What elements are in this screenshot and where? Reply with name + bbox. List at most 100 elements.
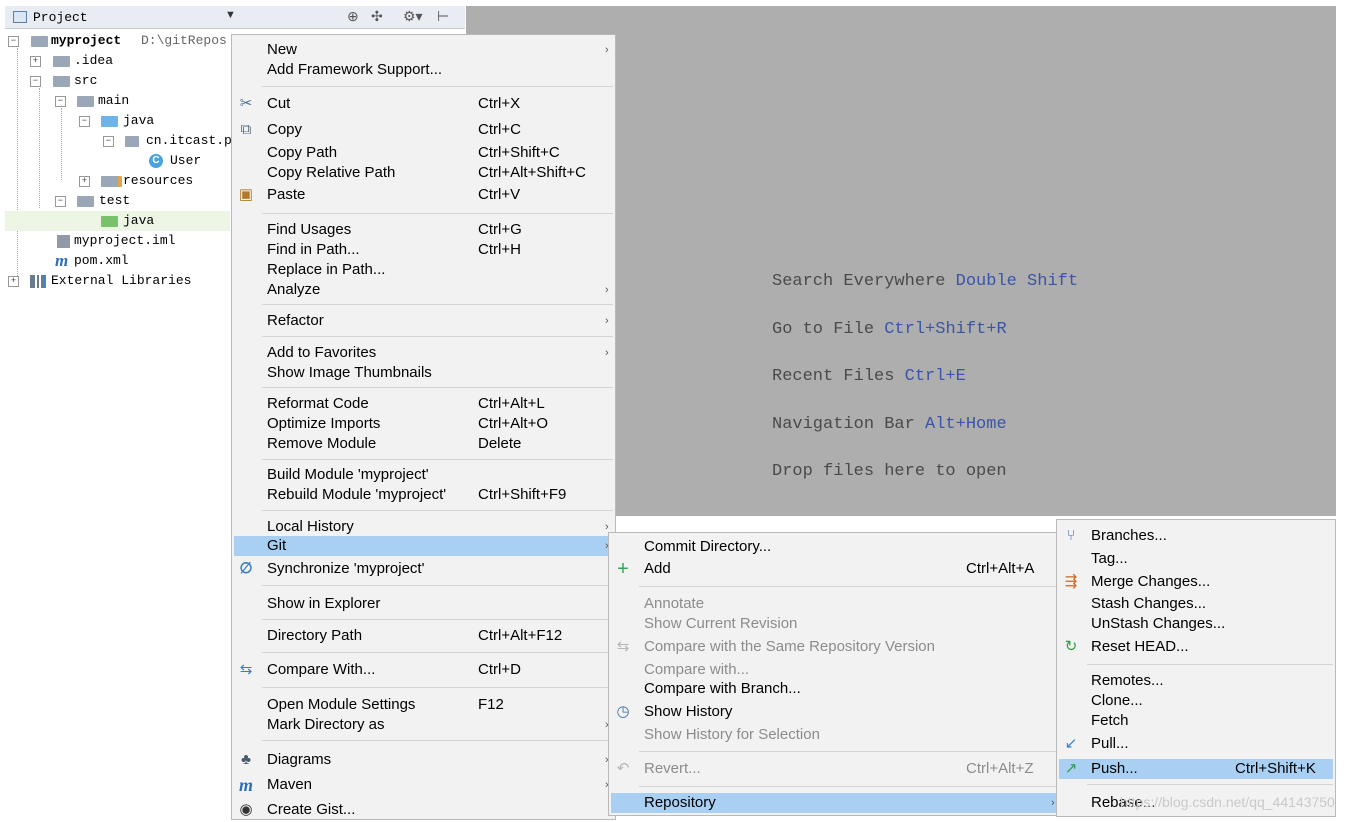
menu-item-analyze[interactable]: Analyze › (232, 280, 615, 300)
tree-item-test-java[interactable]: java (5, 211, 230, 231)
collapse-icon[interactable]: − (79, 116, 90, 127)
menu-item-optimize-imports[interactable]: Optimize Imports Ctrl+Alt+O (232, 414, 615, 434)
menu-item-mark-directory-as[interactable]: Mark Directory as › (232, 715, 615, 735)
menu-item-fetch[interactable]: Fetch (1057, 711, 1335, 731)
expand-icon[interactable]: + (8, 276, 19, 287)
git-submenu: Commit Directory... + Add Ctrl+Alt+A Annot… (608, 532, 1060, 816)
menu-item-add-to-favorites[interactable]: Add to Favorites › (232, 343, 615, 363)
collapse-icon[interactable]: − (103, 136, 114, 147)
folder-icon (77, 196, 94, 207)
menu-item-compare-with[interactable]: ⇆ Compare With... Ctrl+D (232, 660, 615, 680)
menu-item-compare-with[interactable]: Compare with... (609, 660, 1059, 680)
menu-item-show-current-revision[interactable]: Show Current Revision (609, 614, 1059, 634)
menu-item-repository[interactable]: Repository › (611, 793, 1057, 813)
menu-item-revert[interactable]: ↶ Revert... Ctrl+Alt+Z (609, 759, 1059, 779)
watermark: https://blog.csdn.net/qq_44143750 (1120, 794, 1335, 810)
project-tree[interactable]: − myproject D:\gitRepos + .idea − src − … (5, 30, 232, 820)
menu-item-commit-directory[interactable]: Commit Directory... (609, 537, 1059, 557)
paste-icon: ▣ (238, 186, 254, 203)
menu-item-find-usages[interactable]: Find Usages Ctrl+G (232, 220, 615, 240)
diagram-icon: ♣ (241, 751, 251, 768)
pull-icon: ↙ (1064, 735, 1078, 752)
collapse-all-icon[interactable]: ✣ (371, 8, 383, 25)
collapse-icon[interactable]: − (55, 196, 66, 207)
project-panel-title: Project (33, 10, 88, 25)
menu-item-branches[interactable]: ⑂ Branches... (1057, 526, 1335, 546)
menu-item-clone[interactable]: Clone... (1057, 691, 1335, 711)
menu-item-new[interactable]: New › (232, 40, 615, 60)
expand-icon[interactable]: + (30, 56, 41, 67)
revert-icon: ↶ (616, 760, 630, 777)
menu-item-add-framework-support[interactable]: Add Framework Support... (232, 60, 615, 80)
library-icon (30, 275, 46, 288)
menu-item-local-history[interactable]: Local History › (232, 517, 615, 537)
menu-item-reset-head[interactable]: ↻ Reset HEAD... (1057, 637, 1335, 657)
menu-item-replace-in-path[interactable]: Replace in Path... (232, 260, 615, 280)
menu-item-show-history[interactable]: ◷ Show History (609, 702, 1059, 722)
menu-item-synchronize[interactable]: ∅ Synchronize 'myproject' (232, 559, 615, 579)
menu-item-cut[interactable]: ✂ Cut Ctrl+X (232, 94, 615, 114)
menu-item-add[interactable]: + Add Ctrl+Alt+A (609, 559, 1059, 579)
menu-item-remove-module[interactable]: Remove Module Delete (232, 434, 615, 454)
menu-item-paste[interactable]: ▣ Paste Ctrl+V (232, 185, 615, 205)
hint-search-everywhere: Search Everywhere Double Shift (772, 272, 1079, 291)
test-folder-icon (101, 216, 118, 227)
menu-item-remotes[interactable]: Remotes... (1057, 671, 1335, 691)
reset-icon: ↻ (1064, 638, 1078, 655)
source-folder-icon (101, 116, 118, 127)
menu-item-create-gist[interactable]: ◉ Create Gist... (232, 800, 615, 820)
branch-icon: ⑂ (1066, 527, 1076, 544)
menu-item-stash-changes[interactable]: Stash Changes... (1057, 594, 1335, 614)
collapse-icon[interactable]: − (55, 96, 66, 107)
menu-item-merge-changes[interactable]: ⇶ Merge Changes... (1057, 572, 1335, 592)
menu-item-refactor[interactable]: Refactor › (232, 311, 615, 331)
gear-icon[interactable]: ⚙▾ (403, 8, 423, 25)
collapse-icon[interactable]: − (30, 76, 41, 87)
menu-item-maven[interactable]: m Maven › (232, 775, 615, 795)
submenu-arrow-icon: › (605, 315, 609, 327)
github-icon: ◉ (239, 801, 253, 818)
submenu-arrow-icon: › (605, 44, 609, 56)
menu-item-unstash-changes[interactable]: UnStash Changes... (1057, 614, 1335, 634)
menu-item-tag[interactable]: Tag... (1057, 549, 1335, 569)
menu-item-compare-same-repository-version[interactable]: ⇆ Compare with the Same Repository Versio… (609, 637, 1059, 657)
menu-item-build-module[interactable]: Build Module 'myproject' (232, 465, 615, 485)
menu-item-directory-path[interactable]: Directory Path Ctrl+Alt+F12 (232, 626, 615, 646)
package-icon (125, 136, 139, 147)
menu-item-push[interactable]: ↗ Push... Ctrl+Shift+K (1059, 759, 1333, 779)
expand-icon[interactable]: + (79, 176, 90, 187)
menu-item-open-module-settings[interactable]: Open Module Settings F12 (232, 695, 615, 715)
menu-item-copy-path[interactable]: Copy Path Ctrl+Shift+C (232, 143, 615, 163)
hint-drop-files: Drop files here to open (772, 462, 1007, 481)
folder-icon (53, 56, 70, 67)
maven-icon: m (238, 775, 253, 795)
tree-item-myproject[interactable]: − myproject D:\gitRepos (5, 31, 230, 51)
menu-item-rebuild-module[interactable]: Rebuild Module 'myproject' Ctrl+Shift+F9 (232, 485, 615, 505)
menu-item-show-image-thumbnails[interactable]: Show Image Thumbnails (232, 363, 615, 383)
compare-icon: ⇆ (239, 661, 253, 678)
compare-icon: ⇆ (616, 638, 630, 655)
menu-item-reformat-code[interactable]: Reformat Code Ctrl+Alt+L (232, 394, 615, 414)
merge-icon: ⇶ (1064, 573, 1078, 590)
menu-item-copy[interactable]: ⧉ Copy Ctrl+C (232, 120, 615, 140)
menu-item-diagrams[interactable]: ♣ Diagrams › (232, 750, 615, 770)
view-selector-dropdown-icon[interactable]: ▼ (225, 9, 236, 21)
submenu-arrow-icon: › (1051, 797, 1055, 809)
menu-item-pull[interactable]: ↙ Pull... (1057, 734, 1335, 754)
hint-navigation-bar: Navigation Bar Alt+Home (772, 415, 1007, 434)
menu-item-copy-relative-path[interactable]: Copy Relative Path Ctrl+Alt+Shift+C (232, 163, 615, 183)
menu-item-find-in-path[interactable]: Find in Path... Ctrl+H (232, 240, 615, 260)
hide-panel-icon[interactable]: ⊢ (437, 8, 449, 25)
menu-item-annotate[interactable]: Annotate (609, 594, 1059, 614)
synchronize-icon: ∅ (239, 560, 253, 577)
menu-item-show-in-explorer[interactable]: Show in Explorer (232, 594, 615, 614)
collapse-icon[interactable]: − (8, 36, 19, 47)
locate-icon[interactable]: ⊕ (347, 8, 359, 25)
menu-item-compare-with-branch[interactable]: Compare with Branch... (609, 679, 1059, 699)
submenu-arrow-icon: › (605, 284, 609, 296)
hint-go-to-file: Go to File Ctrl+Shift+R (772, 320, 1007, 339)
copy-icon: ⧉ (240, 121, 252, 138)
menu-item-git[interactable]: Git › (234, 536, 613, 556)
menu-item-show-history-for-selection[interactable]: Show History for Selection (609, 725, 1059, 745)
class-icon: C (149, 154, 163, 168)
